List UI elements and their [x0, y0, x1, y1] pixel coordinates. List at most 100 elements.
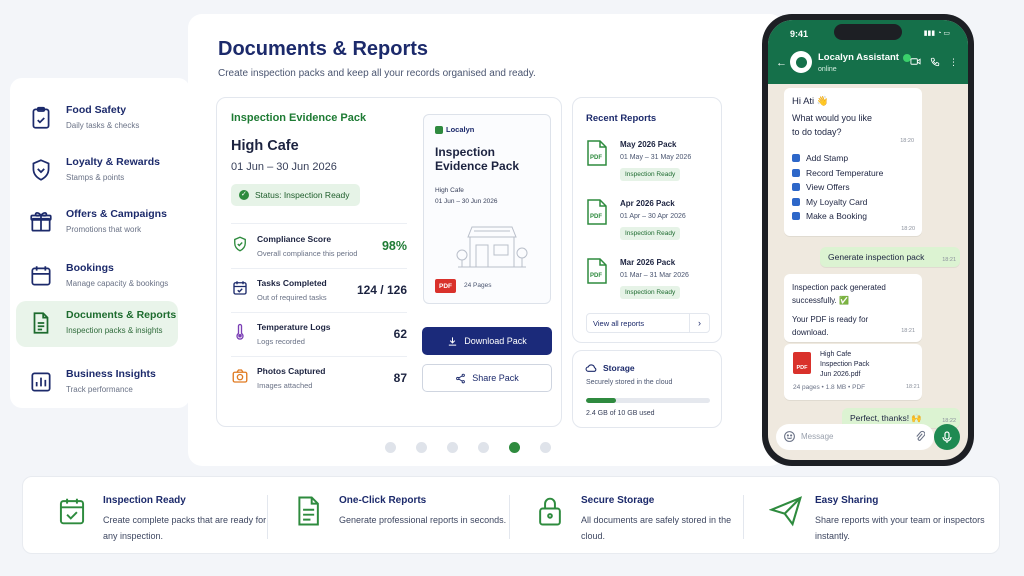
sidebar-item-label: Offers & Campaigns [66, 208, 167, 220]
carousel-dot[interactable] [540, 442, 551, 453]
report-item[interactable]: PDF Apr 2026 Pack 01 Apr – 30 Apr 2026 I… [586, 199, 716, 245]
report-status-badge: Inspection Ready [620, 286, 681, 299]
quick-menu-item[interactable]: Add Stamp [792, 153, 914, 163]
pack-preview[interactable]: Localyn Inspection Evidence Pack High Ca… [423, 114, 551, 304]
evidence-pack-card: Inspection Evidence Pack High Cafe 01 Ju… [216, 97, 562, 427]
back-arrow-icon[interactable]: ← [776, 57, 787, 69]
report-item[interactable]: PDF Mar 2026 Pack 01 Mar – 31 Mar 2026 I… [586, 258, 716, 304]
sidebar-item-offers[interactable]: Offers & Campaigns Promotions that work [16, 200, 178, 246]
feature-text: All documents are safely stored in the c… [581, 515, 732, 541]
metric-value: 87 [393, 371, 407, 385]
report-item[interactable]: PDF May 2026 Pack 01 May – 31 May 2026 I… [586, 140, 716, 186]
share-pack-button[interactable]: Share Pack [422, 364, 552, 392]
feature-secure-storage: Secure Storage All documents are safely … [535, 495, 755, 545]
paperclip-icon[interactable] [914, 430, 925, 443]
divider [509, 495, 510, 539]
quick-menu-item[interactable]: Record Temperature [792, 168, 914, 178]
check-circle-icon [239, 190, 249, 200]
file-meta: 24 pages • 1.8 MB • PDF [793, 384, 866, 391]
message-text: successfully. ✅ [792, 296, 849, 305]
feature-title: Easy Sharing [815, 495, 879, 506]
message-time: 18:21 [906, 384, 920, 390]
metric-value: 124 / 126 [356, 283, 407, 297]
download-pack-button[interactable]: Download Pack [422, 327, 552, 355]
feature-title: Secure Storage [581, 495, 655, 506]
carousel-dot[interactable] [447, 442, 458, 453]
metric-subtitle: Images attached [257, 381, 313, 390]
menu-bullet-icon [792, 197, 800, 206]
metric-photos: Photos Captured Images attached 87 [231, 366, 407, 406]
svg-text:PDF: PDF [590, 273, 602, 279]
sidebar-item-insights[interactable]: Business Insights Track performance [16, 360, 178, 406]
divider [743, 495, 744, 539]
file-attachment[interactable]: PDF High Cafe Inspection Pack Jun 2026.p… [784, 344, 922, 400]
quick-menu-item[interactable]: Make a Booking [792, 211, 914, 221]
features-strip: Inspection Ready Create complete packs t… [22, 476, 1000, 554]
video-call-icon[interactable] [910, 57, 921, 68]
contact-presence: online [818, 66, 837, 73]
feature-text: Share reports with your team or inspecto… [815, 515, 985, 541]
sidebar-item-documents[interactable]: Documents & Reports Inspection packs & in… [16, 301, 178, 347]
avatar[interactable] [790, 51, 812, 73]
calendar-icon [31, 266, 51, 286]
bar-chart-icon [31, 372, 51, 392]
message-time: 18:20 [901, 226, 915, 232]
view-all-reports-button[interactable]: View all reports › [586, 313, 710, 333]
sidebar-item-label: Food Safety [66, 104, 127, 116]
carousel-dot[interactable] [509, 442, 520, 453]
carousel-dot[interactable] [478, 442, 489, 453]
menu-bullet-icon [792, 168, 800, 177]
calendar-check-icon [59, 498, 85, 525]
report-dates: 01 May – 31 May 2026 [620, 154, 692, 161]
message-text: Inspection pack generated [792, 283, 886, 292]
sidebar-item-sublabel: Stamps & points [66, 173, 125, 182]
lock-icon [539, 497, 561, 526]
microphone-icon [942, 430, 952, 443]
feature-easy-sharing: Easy Sharing Share reports with your tea… [769, 495, 989, 545]
phone-call-icon[interactable] [930, 57, 940, 68]
status-icons: ▮▮▮ ◔ ▭ [923, 30, 950, 37]
sidebar-item-loyalty[interactable]: Loyalty & Rewards Stamps & points [16, 148, 178, 194]
report-name: May 2026 Pack [620, 140, 677, 149]
sidebar-item-sublabel: Daily tasks & checks [66, 121, 140, 130]
cloud-icon [585, 364, 597, 372]
carousel-dot[interactable] [385, 442, 396, 453]
page-count: 24 Pages [464, 282, 492, 289]
carousel-dot[interactable] [416, 442, 427, 453]
report-name: Apr 2026 Pack [620, 199, 675, 208]
quick-menu: Add Stamp Record Temperature View Offers… [792, 153, 914, 221]
metric-subtitle: Out of required tasks [257, 293, 327, 302]
sidebar-item-bookings[interactable]: Bookings Manage capacity & bookings [16, 254, 178, 300]
metric-subtitle: Overall compliance this period [257, 249, 358, 258]
sidebar-item-label: Business Insights [66, 368, 156, 380]
metric-value: 62 [393, 327, 407, 341]
microphone-button[interactable] [934, 424, 960, 450]
main-panel: Documents & Reports Create inspection pa… [188, 14, 784, 466]
message-input[interactable]: Message [776, 424, 934, 450]
report-name: Mar 2026 Pack [620, 258, 676, 267]
divider [231, 223, 407, 224]
more-options-icon[interactable]: ⋮ [949, 57, 958, 68]
sidebar-item-sublabel: Promotions that work [66, 225, 142, 234]
menu-bullet-icon [792, 212, 800, 220]
message-time: 18:21 [901, 328, 915, 334]
sidebar-item-label: Documents & Reports [66, 309, 177, 321]
shield-check-icon [234, 236, 246, 252]
download-icon [449, 336, 457, 346]
feature-inspection-ready: Inspection Ready Create complete packs t… [57, 495, 277, 545]
phone-mockup: 9:41 ▮▮▮ ◔ ▭ ← Localyn Assistant online … [762, 14, 974, 466]
sidebar-item-label: Loyalty & Rewards [66, 156, 160, 168]
chat-screen: 9:41 ▮▮▮ ◔ ▭ ← Localyn Assistant online … [768, 20, 968, 460]
emoji-icon[interactable] [783, 430, 796, 443]
storefront-illustration [456, 226, 528, 268]
chat-bubble-incoming: Hi Ati 👋 What would you like to do today… [784, 88, 922, 236]
divider [231, 312, 407, 313]
page-subtitle: Create inspection packs and keep all you… [218, 68, 536, 79]
sidebar-item-food-safety[interactable]: Food Safety Daily tasks & checks [16, 96, 178, 142]
menu-bullet-icon [792, 183, 800, 191]
brand-name: Localyn [446, 125, 475, 134]
paper-plane-icon [769, 496, 803, 527]
calendar-check-icon [233, 281, 247, 295]
quick-menu-item[interactable]: My Loyalty Card [792, 197, 914, 207]
quick-menu-item[interactable]: View Offers [792, 182, 914, 192]
